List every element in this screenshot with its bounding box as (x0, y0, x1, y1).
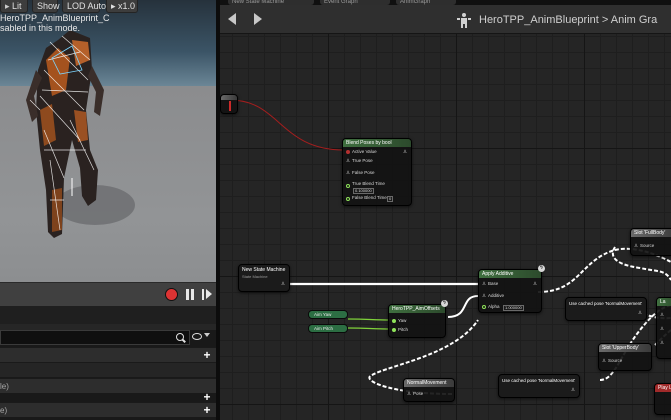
show-button[interactable]: Show (32, 0, 60, 13)
preview-viewport[interactable]: ▸ Lit Show LOD Auto ▸ x1.0 HeroTPP_AnimB… (0, 0, 216, 306)
left-panel: ▸ Lit Show LOD Auto ▸ x1.0 HeroTPP_AnimB… (0, 0, 216, 420)
slot-upperbody-node[interactable]: Slot 'UpperBody' ♙ Source (598, 343, 652, 371)
node-title: La (657, 298, 671, 306)
fast-path-icon: ϟ (441, 300, 448, 307)
node-title: Slot 'UpperBody' (599, 344, 651, 352)
output-pose-pin-icon[interactable]: ♙ (571, 387, 575, 393)
slot-fullbody-node[interactable]: Slot 'FullBody' ♙ Source (630, 228, 671, 256)
result-node-stub[interactable] (220, 94, 238, 114)
add-icon[interactable]: + (202, 391, 212, 403)
preview-subtitle: sabled in this mode. (0, 23, 81, 33)
output-pose-pin-icon[interactable]: ♙ (638, 310, 642, 316)
pose-pin-icon[interactable]: ♙ (634, 243, 638, 249)
playback-bar (0, 282, 216, 306)
node-title: Slot 'FullBody' (631, 229, 671, 237)
pin-label: False Pose (352, 170, 375, 175)
node-title: HeroTPP_AimOffsets (389, 305, 445, 313)
lod-button[interactable]: LOD Auto (62, 0, 106, 13)
play-node[interactable]: Play L (654, 383, 671, 415)
pin-label: Base (488, 281, 499, 286)
bool-pin-icon[interactable] (346, 150, 350, 154)
details-row (0, 362, 216, 377)
pose-pin-icon (229, 101, 231, 111)
pose-pin-icon[interactable]: ♙ (660, 340, 664, 346)
add-icon[interactable]: + (202, 404, 212, 416)
add-icon[interactable]: + (202, 349, 212, 361)
pin-label: False Blend Time (352, 195, 387, 200)
details-category-row[interactable]: e) + (0, 402, 216, 417)
fast-path-icon: ϟ (538, 265, 545, 272)
viewmode-icon: ▸ (5, 1, 10, 11)
details-panel: + le) e) + + (0, 306, 216, 420)
pin-label: Active Value (352, 149, 377, 154)
node-subtitle: State Machine (242, 274, 268, 279)
pose-pin-icon[interactable]: ♙ (482, 281, 486, 287)
output-pose-pin-icon[interactable]: ♙ (403, 149, 407, 155)
pose-pin-icon[interactable]: ♙ (482, 293, 486, 299)
details-header (0, 306, 216, 324)
character-mannequin (26, 30, 135, 238)
pin-label: Alpha (488, 304, 500, 309)
node-title: Play L (655, 384, 671, 392)
blend-poses-by-bool-node[interactable]: Blend Poses by bool Active Value ♙ True … (342, 138, 412, 206)
aim-yaw-getter[interactable]: Aim Yaw (308, 310, 348, 319)
node-header (221, 95, 237, 100)
node-title: Use cached pose 'NormalMovement' (569, 301, 643, 306)
pin-label: Yaw (398, 318, 407, 323)
pose-pin-icon[interactable]: ♙ (602, 358, 606, 364)
chevron-down-icon[interactable] (204, 333, 210, 337)
use-cached-pose-node[interactable]: Use cached pose 'NormalMovement' ♙ (498, 374, 580, 398)
preview-title: HeroTPP_AnimBlueprint_C (0, 13, 110, 23)
eye-icon[interactable] (192, 333, 202, 340)
pause-icon[interactable] (184, 288, 197, 301)
float-pin-icon[interactable] (346, 184, 350, 188)
layered-blend-node[interactable]: La ♙ ♙ ♙ (656, 297, 671, 359)
float-pin-icon[interactable] (482, 305, 486, 309)
use-cached-pose-node[interactable]: Use cached pose 'NormalMovement' ♙ (565, 297, 647, 321)
details-row-text: le) (0, 382, 9, 391)
node-title: New State Machine (242, 267, 286, 273)
pin-label: Pitch (398, 327, 409, 332)
pose-pin-icon[interactable]: ♙ (346, 170, 350, 176)
pin-label: Source (608, 358, 623, 363)
pin-label: Source (640, 243, 655, 248)
details-row-text: e) (0, 406, 8, 415)
node-title: NormalMovement (404, 379, 454, 387)
alpha-field[interactable]: 1.000000 (503, 305, 524, 311)
float-pin-icon[interactable] (392, 319, 396, 323)
node-title: Use cached pose 'NormalMovement' (502, 378, 576, 383)
anim-graph-editor[interactable]: New State Machine Event Graph AnimGraph … (220, 0, 671, 420)
pose-pin-icon[interactable]: ♙ (346, 158, 350, 164)
lit-button[interactable]: ▸ Lit (0, 0, 28, 13)
pin-label: Pose (413, 391, 424, 396)
node-title: Apply Additive (479, 270, 541, 278)
normal-movement-node[interactable]: NormalMovement ♙ Pose (403, 378, 455, 402)
record-icon[interactable] (165, 288, 178, 301)
details-search-input[interactable] (0, 330, 190, 345)
search-icon[interactable] (175, 332, 187, 344)
aim-offsets-node[interactable]: HeroTPP_AimOffsets Yaw Pitch (388, 304, 446, 338)
details-category-row[interactable]: + (0, 347, 216, 362)
aim-pitch-getter[interactable]: Aim Pitch (308, 324, 348, 333)
node-title: Blend Poses by bool (343, 139, 411, 147)
float-pin-icon[interactable] (392, 328, 396, 332)
float-pin-icon[interactable] (346, 197, 350, 201)
pose-pin-icon[interactable]: ♙ (407, 391, 411, 397)
apply-additive-node[interactable]: Apply Additive ♙ Base ♙ Additive Alpha 1… (478, 269, 542, 313)
state-machine-node[interactable]: New State Machine State Machine ♙ (238, 264, 290, 292)
pin-label: True Blend Time (352, 181, 385, 186)
output-pose-pin-icon[interactable]: ♙ (533, 281, 537, 287)
pin-label: Additive (488, 293, 505, 298)
pose-pin-icon[interactable]: ♙ (660, 326, 664, 332)
pin-label: True Pose (352, 158, 373, 163)
true-blend-time-field[interactable]: 0.100000 (353, 188, 374, 194)
playback-speed-button[interactable]: ▸ x1.0 (106, 0, 138, 13)
step-forward-icon[interactable] (201, 288, 214, 301)
play-speed-icon: ▸ (111, 1, 116, 11)
false-blend-time-field[interactable]: 0 (387, 196, 394, 202)
details-category-row[interactable]: le) (0, 378, 216, 393)
output-pose-pin-icon[interactable]: ♙ (281, 281, 285, 287)
pose-pin-icon[interactable]: ♙ (660, 312, 664, 318)
